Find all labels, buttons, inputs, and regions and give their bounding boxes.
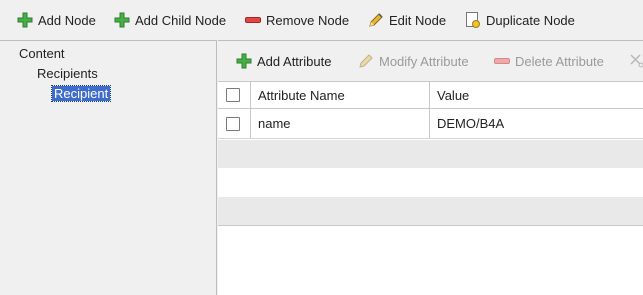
select-all-checkbox[interactable] — [226, 88, 240, 102]
minus-icon — [244, 11, 262, 29]
edit-node-label: Edit Node — [389, 12, 447, 28]
row-select-cell — [218, 109, 251, 138]
pencil-icon — [357, 52, 375, 70]
add-attribute-label: Add Attribute — [257, 53, 332, 69]
empty-row — [218, 140, 643, 168]
delete-attribute-button[interactable]: Delete Attribute — [493, 51, 604, 71]
remove-node-label: Remove Node — [266, 12, 350, 28]
attributes-table: Attribute Name Value name DEMO/B4A — [218, 81, 643, 295]
table-header: Attribute Name Value — [218, 82, 643, 109]
pencil-icon — [367, 11, 385, 29]
scissors-icon — [628, 52, 643, 70]
attributes-panel: Add Attribute Modify Attribute Delete At… — [218, 40, 643, 295]
table-empty-area — [218, 225, 643, 268]
plus-icon — [16, 11, 34, 29]
row-checkbox[interactable] — [226, 116, 240, 131]
add-node-button[interactable]: Add Node — [16, 10, 96, 30]
plus-icon — [235, 52, 253, 70]
minus-icon — [493, 52, 511, 70]
add-node-label: Add Node — [38, 12, 96, 28]
duplicate-node-button[interactable]: Duplicate Node — [464, 10, 575, 30]
empty-row — [218, 168, 643, 197]
delete-attribute-label: Delete Attribute — [515, 53, 604, 69]
node-toolbar: Add Node Add Child Node Remove Node Edit… — [0, 0, 643, 40]
attribute-value-cell[interactable]: DEMO/B4A — [430, 109, 643, 138]
scissors-button[interactable] — [628, 51, 643, 71]
xml-editor-window: Add Node Add Child Node Remove Node Edit… — [0, 0, 643, 295]
attributes-toolbar: Add Attribute Modify Attribute Delete At… — [218, 41, 643, 81]
column-header-value[interactable]: Value — [430, 82, 643, 108]
modify-attribute-label: Modify Attribute — [379, 53, 469, 69]
empty-row — [218, 197, 643, 225]
duplicate-node-label: Duplicate Node — [486, 12, 575, 28]
select-all-cell — [218, 82, 251, 108]
add-child-node-button[interactable]: Add Child Node — [113, 10, 226, 30]
duplicate-icon — [464, 11, 482, 29]
tree-item-recipients[interactable]: Recipients — [37, 66, 98, 81]
edit-node-button[interactable]: Edit Node — [367, 10, 446, 30]
tree-item-recipient[interactable]: Recipient — [50, 85, 112, 102]
tree-item-content[interactable]: Content — [19, 46, 65, 61]
add-attribute-button[interactable]: Add Attribute — [235, 51, 331, 71]
node-tree: Content Recipients Recipient — [0, 40, 217, 295]
column-header-attribute-name[interactable]: Attribute Name — [251, 82, 430, 108]
remove-node-button[interactable]: Remove Node — [244, 10, 349, 30]
table-row[interactable]: name DEMO/B4A — [218, 109, 643, 139]
modify-attribute-button[interactable]: Modify Attribute — [357, 51, 469, 71]
attribute-name-cell[interactable]: name — [251, 109, 430, 138]
add-child-node-label: Add Child Node — [135, 12, 227, 28]
plus-icon — [113, 11, 131, 29]
